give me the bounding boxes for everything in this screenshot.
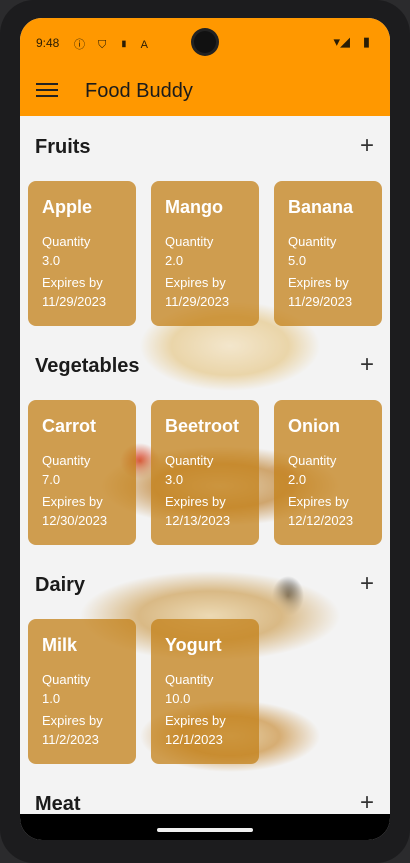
add-icon[interactable]: +	[360, 353, 374, 377]
home-gesture-handle[interactable]	[157, 828, 253, 832]
expires-value: 11/29/2023	[288, 294, 353, 309]
section-header-dairy: Dairy +	[20, 566, 390, 602]
quantity-value: 3.0	[165, 472, 184, 487]
section-title: Dairy	[35, 574, 86, 596]
quantity-label: Quantity	[165, 672, 214, 687]
battery-icon: ▮	[362, 34, 370, 49]
expires-value: 11/29/2023	[165, 294, 230, 309]
signal-icon: ▾◢	[333, 34, 350, 49]
section-title: Vegetables	[35, 355, 140, 377]
food-card[interactable]: Mango Quantity 2.0 Expires by 11/29/2023	[151, 181, 259, 326]
section-title: Meat	[35, 793, 81, 815]
expires-label: Expires by	[42, 275, 103, 290]
section-header-vegetables: Vegetables +	[20, 347, 390, 383]
quantity-label: Quantity	[165, 234, 214, 249]
expires-value: 11/29/2023	[42, 294, 107, 309]
quantity-value: 1.0	[42, 691, 61, 706]
expires-label: Expires by	[288, 494, 349, 509]
food-card[interactable]: Banana Quantity 5.0 Expires by 11/29/202…	[274, 181, 382, 326]
food-card[interactable]: Apple Quantity 3.0 Expires by 11/29/2023	[28, 181, 136, 326]
expires-label: Expires by	[165, 713, 226, 728]
food-card[interactable]: Beetroot Quantity 3.0 Expires by 12/13/2…	[151, 400, 259, 545]
add-icon[interactable]: +	[360, 791, 374, 815]
expires-label: Expires by	[42, 713, 103, 728]
expires-value: 11/2/2023	[42, 732, 99, 747]
hamburger-menu-icon[interactable]	[36, 79, 58, 101]
food-name: Carrot	[42, 416, 97, 436]
notification-icons: ⓘ ⛉ ▮ A	[74, 39, 153, 51]
quantity-value: 10.0	[165, 691, 191, 706]
quantity-value: 3.0	[42, 253, 61, 268]
quantity-label: Quantity	[42, 672, 91, 687]
expires-label: Expires by	[288, 275, 349, 290]
expires-value: 12/12/2023	[288, 513, 354, 528]
food-card[interactable]: Onion Quantity 2.0 Expires by 12/12/2023	[274, 400, 382, 545]
food-name: Apple	[42, 197, 93, 217]
food-name: Onion	[288, 416, 340, 436]
section-title: Fruits	[35, 136, 91, 158]
expires-label: Expires by	[42, 494, 103, 509]
add-icon[interactable]: +	[360, 572, 374, 596]
quantity-value: 7.0	[42, 472, 61, 487]
expires-value: 12/1/2023	[165, 732, 223, 747]
expires-value: 12/30/2023	[42, 513, 108, 528]
section-header-fruits: Fruits +	[20, 128, 390, 164]
quantity-label: Quantity	[288, 234, 337, 249]
screen: 9:48 ⓘ ⛉ ▮ A ▾◢ ▮ Food Buddy Fruits + Ap…	[20, 18, 390, 840]
quantity-value: 2.0	[165, 253, 184, 268]
expires-label: Expires by	[165, 494, 226, 509]
gesture-bar-area	[20, 814, 390, 840]
food-name: Banana	[288, 197, 354, 217]
quantity-label: Quantity	[42, 234, 91, 249]
food-card[interactable]: Yogurt Quantity 10.0 Expires by 12/1/202…	[151, 619, 259, 764]
content-area[interactable]: Fruits + Apple Quantity 3.0 Expires by 1…	[20, 116, 390, 840]
expires-label: Expires by	[165, 275, 226, 290]
quantity-label: Quantity	[288, 453, 337, 468]
add-icon[interactable]: +	[360, 134, 374, 158]
food-name: Yogurt	[165, 635, 222, 655]
food-card[interactable]: Carrot Quantity 7.0 Expires by 12/30/202…	[28, 400, 136, 545]
quantity-label: Quantity	[42, 453, 91, 468]
status-time: 9:48	[36, 36, 60, 50]
food-name: Milk	[42, 635, 78, 655]
food-name: Mango	[165, 197, 223, 217]
quantity-value: 5.0	[288, 253, 307, 268]
status-bar: 9:48 ⓘ ⛉ ▮ A ▾◢ ▮	[20, 18, 390, 68]
phone-frame: 9:48 ⓘ ⛉ ▮ A ▾◢ ▮ Food Buddy Fruits + Ap…	[0, 0, 410, 863]
quantity-label: Quantity	[165, 453, 214, 468]
food-card[interactable]: Milk Quantity 1.0 Expires by 11/2/2023	[28, 619, 136, 764]
app-title: Food Buddy	[85, 80, 193, 102]
expires-value: 12/13/2023	[165, 513, 231, 528]
camera-cutout	[194, 31, 216, 53]
quantity-value: 2.0	[288, 472, 307, 487]
food-name: Beetroot	[165, 416, 240, 436]
app-bar: Food Buddy	[20, 68, 390, 116]
